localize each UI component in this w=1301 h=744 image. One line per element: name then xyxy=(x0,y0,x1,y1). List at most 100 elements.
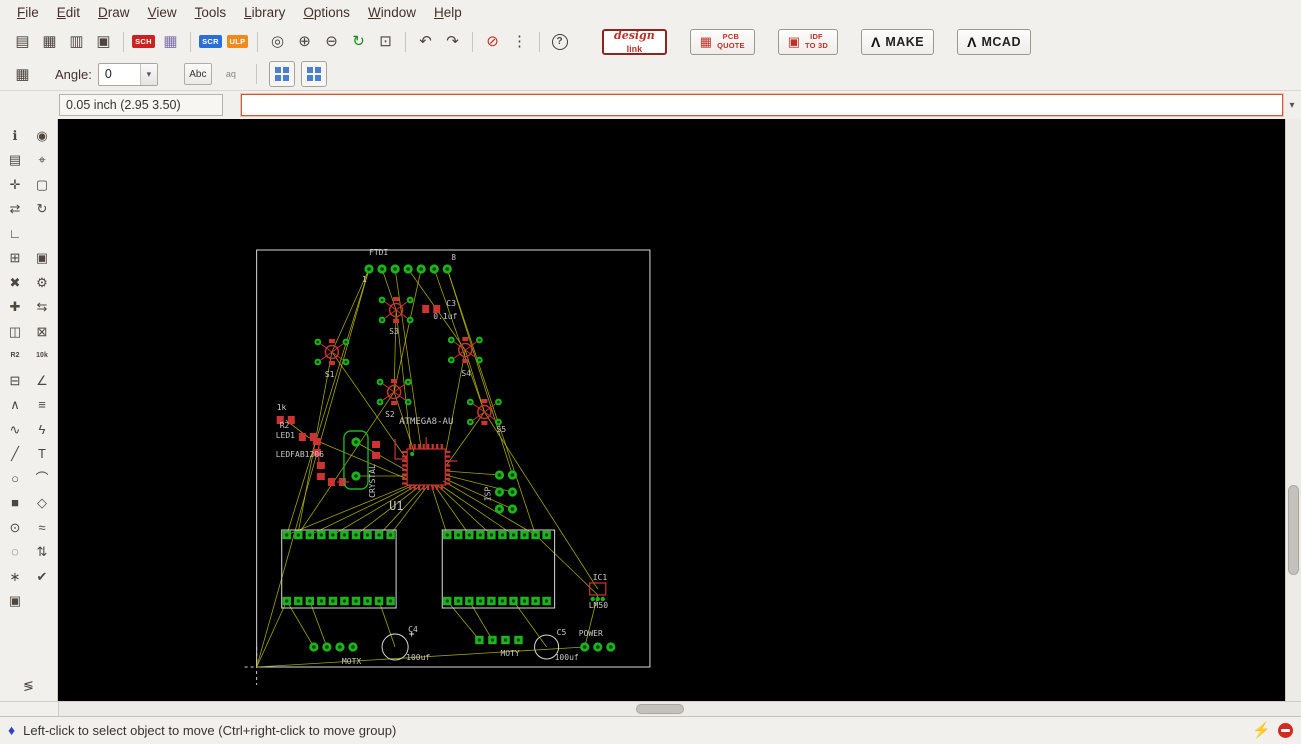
circle-tool[interactable]: ○ xyxy=(3,467,28,490)
options-dots-button[interactable]: ⋮ xyxy=(507,29,532,54)
command-history-dropdown[interactable]: ▾ xyxy=(1283,94,1301,116)
optimize-tool[interactable]: ≡ xyxy=(30,393,55,416)
left-connector[interactable] xyxy=(281,529,397,609)
auto-tool[interactable]: ∗ xyxy=(3,565,28,588)
split-tool[interactable]: ∧ xyxy=(3,393,28,416)
zoom-fit-button[interactable]: ◎ xyxy=(265,29,290,54)
right-connector[interactable] xyxy=(441,529,556,609)
wire-bend-tool[interactable]: ∟ xyxy=(3,222,28,245)
rotate-tool[interactable]: ↻ xyxy=(30,197,55,220)
info-tool[interactable]: ℹ xyxy=(3,124,28,147)
mark-tool[interactable]: ⌖ xyxy=(30,148,55,171)
switch-s3[interactable] xyxy=(379,296,414,323)
print-button[interactable]: ▥ xyxy=(64,29,89,54)
mcad-button[interactable]: Λ MCAD xyxy=(957,28,1031,55)
copy-tool[interactable]: ⊞ xyxy=(3,246,28,269)
display-layers-tool[interactable]: ▤ xyxy=(3,148,28,171)
add-tool[interactable]: ✚ xyxy=(3,295,28,318)
schematic-button[interactable]: SCH xyxy=(131,29,156,54)
mcu-u1[interactable] xyxy=(402,443,451,490)
paste-tool[interactable]: ▣ xyxy=(30,246,55,269)
zoom-redraw-button[interactable]: ↻ xyxy=(346,29,371,54)
motx-terminal[interactable] xyxy=(309,642,358,652)
layers-grid-button[interactable]: ▦ xyxy=(158,29,183,54)
horizontal-scrollbar-thumb[interactable] xyxy=(635,703,684,714)
zoom-select-button[interactable]: ⊡ xyxy=(373,29,398,54)
menu-edit[interactable]: Edit xyxy=(48,2,89,23)
wire-tool[interactable]: ╱ xyxy=(3,442,28,465)
command-input[interactable] xyxy=(241,94,1283,117)
passive-part[interactable] xyxy=(372,440,381,459)
lock-tool[interactable]: ⊠ xyxy=(30,320,55,343)
text-ratio-button[interactable]: aq xyxy=(218,64,244,84)
view-toggle-2-button[interactable] xyxy=(300,61,327,88)
replace-tool[interactable]: ◫ xyxy=(3,320,28,343)
selection-filter-button[interactable]: ≶ xyxy=(16,674,41,697)
hole-tool[interactable]: ◌ xyxy=(3,540,28,563)
errors-tool[interactable]: ▣ xyxy=(3,589,28,612)
menu-view[interactable]: View xyxy=(139,2,186,23)
pcb-quote-button[interactable]: ▦ PCB QUOTE xyxy=(689,28,755,55)
via-tool[interactable]: ⊙ xyxy=(3,516,28,539)
ulp-button[interactable]: ULP xyxy=(225,29,250,54)
grid-settings-button[interactable]: ▦ xyxy=(10,62,35,87)
power-terminal[interactable] xyxy=(580,642,616,652)
passive-part[interactable] xyxy=(316,461,325,480)
undo-button[interactable]: ↶ xyxy=(413,29,438,54)
help-button[interactable]: ? xyxy=(547,29,572,54)
pinswap-tool[interactable]: ⇆ xyxy=(30,295,55,318)
view-toggle-1-button[interactable] xyxy=(268,61,295,88)
ftdi-header[interactable] xyxy=(364,264,452,274)
text-style-button[interactable]: Abc xyxy=(183,63,212,86)
miter-tool[interactable]: ∠ xyxy=(30,369,55,392)
board-canvas[interactable]: FTDI 1 8 S3 S1 S4 S2 S5 C3 0.1uf ATMEGA8… xyxy=(58,118,1285,701)
switch-s1[interactable] xyxy=(314,338,349,365)
menu-draw[interactable]: Draw xyxy=(89,2,139,23)
zoom-in-button[interactable]: ⊕ xyxy=(292,29,317,54)
mirror-tool[interactable]: ⇄ xyxy=(3,197,28,220)
vertical-scrollbar[interactable] xyxy=(1285,118,1301,701)
value-tool[interactable]: 10k xyxy=(30,344,55,367)
switch-s4[interactable] xyxy=(448,336,483,363)
redo-button[interactable]: ↷ xyxy=(440,29,465,54)
open-button[interactable]: ▤ xyxy=(10,29,35,54)
text-tool[interactable]: T xyxy=(30,442,55,465)
menu-tools[interactable]: Tools xyxy=(186,2,236,23)
zoom-out-button[interactable]: ⊖ xyxy=(319,29,344,54)
switch-s5[interactable] xyxy=(467,398,502,425)
signal-tool[interactable]: ≈ xyxy=(30,516,55,539)
menu-window[interactable]: Window xyxy=(359,2,425,23)
angle-select[interactable]: 0 ▾ xyxy=(97,62,158,86)
menu-options[interactable]: Options xyxy=(294,2,359,23)
export-image-button[interactable]: ▣ xyxy=(91,29,116,54)
menu-file[interactable]: File xyxy=(8,2,48,23)
menu-library[interactable]: Library xyxy=(235,2,294,23)
lm50-sensor[interactable] xyxy=(589,582,607,601)
crystal[interactable] xyxy=(343,430,369,490)
group-tool[interactable]: ▢ xyxy=(30,173,55,196)
ripup-tool[interactable]: ϟ xyxy=(30,418,55,441)
route-tool[interactable]: ∿ xyxy=(3,418,28,441)
moty-terminal[interactable] xyxy=(475,635,523,644)
change-tool[interactable]: ⚙ xyxy=(30,271,55,294)
smash-tool[interactable]: ⊟ xyxy=(3,369,28,392)
horizontal-scrollbar[interactable] xyxy=(59,702,1286,716)
vertical-scrollbar-thumb[interactable] xyxy=(1288,485,1299,576)
designlink-button[interactable]: design link xyxy=(602,28,667,55)
drc-tool[interactable]: ✔ xyxy=(30,565,55,588)
script-button[interactable]: SCR xyxy=(198,29,223,54)
switch-s2[interactable] xyxy=(377,378,412,405)
polygon-tool[interactable]: ◇ xyxy=(30,491,55,514)
idf-to-3d-button[interactable]: ▣ IDF TO 3D xyxy=(777,28,838,55)
ratsnest-tool[interactable]: ⇅ xyxy=(30,540,55,563)
name-tool[interactable]: R2 xyxy=(3,344,28,367)
menu-help[interactable]: Help xyxy=(425,2,471,23)
show-tool[interactable]: ◉ xyxy=(30,124,55,147)
stop-button[interactable]: ⊘ xyxy=(480,29,505,54)
arc-tool[interactable]: ⌒ xyxy=(30,467,55,490)
save-button[interactable]: ▦ xyxy=(37,29,62,54)
make-button[interactable]: Λ MAKE xyxy=(860,28,935,55)
delete-tool[interactable]: ✖ xyxy=(3,271,28,294)
move-tool[interactable]: ✛ xyxy=(3,173,28,196)
rect-tool[interactable]: ■ xyxy=(3,491,28,514)
